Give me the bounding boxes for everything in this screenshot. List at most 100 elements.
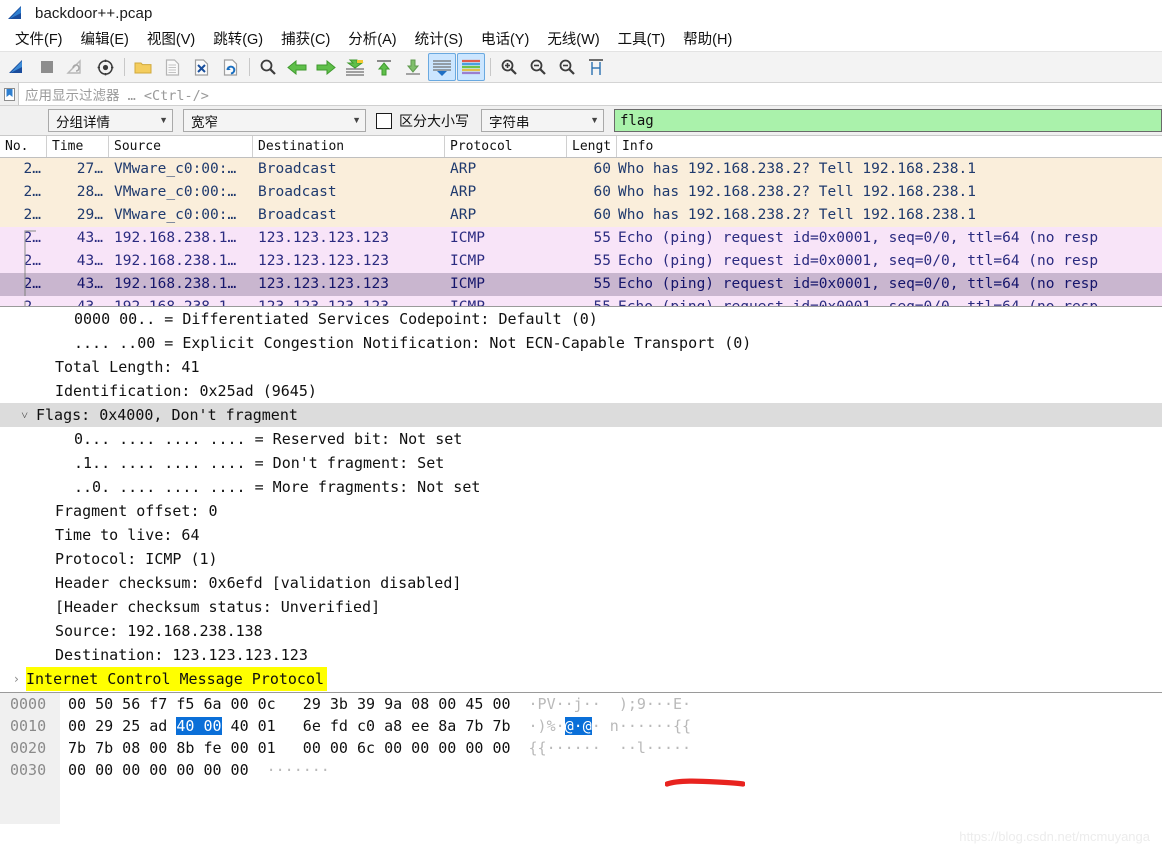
cell-source: 192.168.238.1… <box>114 230 237 246</box>
detail-row[interactable]: 0... .... .... .... = Reserved bit: Not … <box>0 427 1162 451</box>
hex-row[interactable]: 0030 00 00 00 00 00 00 00 ······· <box>0 759 1162 781</box>
find-search-input[interactable]: flag <box>614 109 1162 132</box>
save-file-icon[interactable] <box>158 53 186 81</box>
go-last-packet-icon[interactable] <box>399 53 427 81</box>
table-row[interactable]: 2… 43… 192.168.238.1… 123.123.123.123 IC… <box>0 227 1162 250</box>
filter-bookmark-icon[interactable] <box>0 83 19 105</box>
find-bar: 分组详情 ▼ 宽窄 ▼ 区分大小写 字符串 ▼ flag <box>0 106 1162 136</box>
close-file-icon[interactable] <box>187 53 215 81</box>
column-header-protocol[interactable]: Protocol <box>445 136 567 157</box>
hex-offset: 0010 <box>0 715 60 737</box>
hex-offset: 0000 <box>0 693 60 715</box>
hex-ascii: {{······ ··l····· <box>528 739 692 757</box>
menu-item-statistics[interactable]: 统计(S) <box>406 26 472 51</box>
hex-offset: 0020 <box>0 737 60 759</box>
wireshark-window: backdoor++.pcap 文件(F) 编辑(E) 视图(V) 跳转(G) … <box>0 0 1162 852</box>
table-row[interactable]: 2… 29… VMware_c0:00:… Broadcast ARP 60 W… <box>0 204 1162 227</box>
go-first-packet-icon[interactable] <box>370 53 398 81</box>
stop-capture-icon[interactable] <box>33 53 61 81</box>
column-header-time[interactable]: Time <box>47 136 109 157</box>
menu-item-telephony[interactable]: 电话(Y) <box>472 26 538 51</box>
column-header-source[interactable]: Source <box>109 136 253 157</box>
detail-row[interactable]: Protocol: ICMP (1) <box>0 547 1162 571</box>
cell-protocol: ICMP <box>445 296 567 306</box>
detail-row[interactable]: Time to live: 64 <box>0 523 1162 547</box>
find-display-type-dropdown[interactable]: 字符串 ▼ <box>481 109 604 132</box>
cell-destination: Broadcast <box>258 184 337 200</box>
go-to-packet-icon[interactable] <box>341 53 369 81</box>
detail-row-label: Total Length: 41 <box>55 358 200 376</box>
cell-info: Echo (ping) request id=0x0001, seq=0/0, … <box>618 253 1099 269</box>
display-filter-input[interactable]: 应用显示过滤器 … <Ctrl-/> <box>19 83 1162 105</box>
detail-row[interactable]: Header checksum: 0x6efd [validation disa… <box>0 571 1162 595</box>
detail-row-highlighted[interactable]: › Internet Control Message Protocol <box>0 667 1162 691</box>
case-sensitive-label: 区分大小写 <box>399 112 469 129</box>
column-header-destination[interactable]: Destination <box>253 136 445 157</box>
reload-file-icon[interactable] <box>216 53 244 81</box>
hex-bytes: 00 50 56 f7 f5 6a 00 0c 29 3b 39 9a 08 0… <box>68 695 511 713</box>
zoom-out-icon[interactable] <box>524 53 552 81</box>
table-row[interactable]: 2… 43… 192.168.238.1… 123.123.123.123 IC… <box>0 296 1162 306</box>
hex-row[interactable]: 0010 00 29 25 ad 40 00 40 01 6e fd c0 a8… <box>0 715 1162 737</box>
menu-item-go[interactable]: 跳转(G) <box>204 26 272 51</box>
detail-row-selected[interactable]: ˅ Flags: 0x4000, Don't fragment <box>0 403 1162 427</box>
detail-row[interactable]: .... ..00 = Explicit Congestion Notifica… <box>0 331 1162 355</box>
capture-options-icon[interactable] <box>91 53 119 81</box>
detail-row[interactable]: Identification: 0x25ad (9645) <box>0 379 1162 403</box>
cell-source: VMware_c0:00:… <box>114 184 237 200</box>
table-row[interactable]: 2… 28… VMware_c0:00:… Broadcast ARP 60 W… <box>0 181 1162 204</box>
open-file-icon[interactable] <box>129 53 157 81</box>
case-sensitive-checkbox[interactable]: 区分大小写 <box>376 111 469 131</box>
menu-item-file[interactable]: 文件(F) <box>6 26 72 51</box>
detail-row[interactable]: Total Length: 41 <box>0 355 1162 379</box>
zoom-in-icon[interactable] <box>495 53 523 81</box>
hex-row[interactable]: 0000 00 50 56 f7 f5 6a 00 0c 29 3b 39 9a… <box>0 693 1162 715</box>
table-row[interactable]: 2… 43… 192.168.238.1… 123.123.123.123 IC… <box>0 250 1162 273</box>
start-capture-icon[interactable] <box>4 53 32 81</box>
go-back-icon[interactable] <box>283 53 311 81</box>
resize-columns-icon[interactable] <box>582 53 610 81</box>
menu-item-tools[interactable]: 工具(T) <box>609 26 675 51</box>
detail-row[interactable]: .1.. .... .... .... = Don't fragment: Se… <box>0 451 1162 475</box>
detail-row[interactable]: Source: 192.168.238.138 <box>0 619 1162 643</box>
table-row-selected[interactable]: 2… 43… 192.168.238.1… 123.123.123.123 IC… <box>0 273 1162 296</box>
cell-time: 27… <box>76 161 103 177</box>
cell-time: 29… <box>76 207 103 223</box>
menu-item-help[interactable]: 帮助(H) <box>674 26 741 51</box>
find-search-in-dropdown[interactable]: 分组详情 ▼ <box>48 109 173 132</box>
colorize-icon[interactable] <box>457 53 485 81</box>
cell-length: 60 <box>593 207 611 223</box>
chevron-down-icon: ▼ <box>159 115 168 125</box>
column-header-no[interactable]: No. <box>0 136 47 157</box>
menu-item-analyze[interactable]: 分析(A) <box>339 26 405 51</box>
cell-info: Who has 192.168.238.2? Tell 192.168.238.… <box>618 184 976 200</box>
find-packet-icon[interactable] <box>254 53 282 81</box>
detail-row[interactable]: Fragment offset: 0 <box>0 499 1162 523</box>
chevron-right-icon[interactable]: › <box>0 667 26 691</box>
window-title: backdoor++.pcap <box>35 4 153 22</box>
menu-item-capture[interactable]: 捕获(C) <box>272 26 339 51</box>
checkbox-box[interactable] <box>376 112 392 129</box>
chevron-down-icon[interactable]: ˅ <box>0 403 36 427</box>
hex-ascii-pre: ·)%· <box>528 717 565 735</box>
zoom-reset-icon[interactable] <box>553 53 581 81</box>
find-display-type-value: 字符串 <box>489 114 530 130</box>
cell-length: 55 <box>593 276 611 292</box>
menu-item-view[interactable]: 视图(V) <box>138 26 204 51</box>
detail-row[interactable]: 0000 00.. = Differentiated Services Code… <box>0 307 1162 331</box>
auto-scroll-icon[interactable] <box>428 53 456 81</box>
detail-row[interactable]: [Header checksum status: Unverified] <box>0 595 1162 619</box>
hex-row[interactable]: 0020 7b 7b 08 00 8b fe 00 01 00 00 6c 00… <box>0 737 1162 759</box>
menu-item-wireless[interactable]: 无线(W) <box>538 26 608 51</box>
column-header-info[interactable]: Info <box>617 136 1162 157</box>
main-toolbar <box>0 51 1162 83</box>
detail-row[interactable]: ..0. .... .... .... = More fragments: No… <box>0 475 1162 499</box>
column-header-length[interactable]: Lengt <box>567 136 617 157</box>
restart-capture-icon[interactable] <box>62 53 90 81</box>
detail-row[interactable]: Destination: 123.123.123.123 <box>0 643 1162 667</box>
menu-item-edit[interactable]: 编辑(E) <box>72 26 138 51</box>
detail-row-label: Identification: 0x25ad (9645) <box>55 382 317 400</box>
go-forward-icon[interactable] <box>312 53 340 81</box>
find-narrow-wide-dropdown[interactable]: 宽窄 ▼ <box>183 109 366 132</box>
table-row[interactable]: 2… 27… VMware_c0:00:… Broadcast ARP 60 W… <box>0 158 1162 181</box>
